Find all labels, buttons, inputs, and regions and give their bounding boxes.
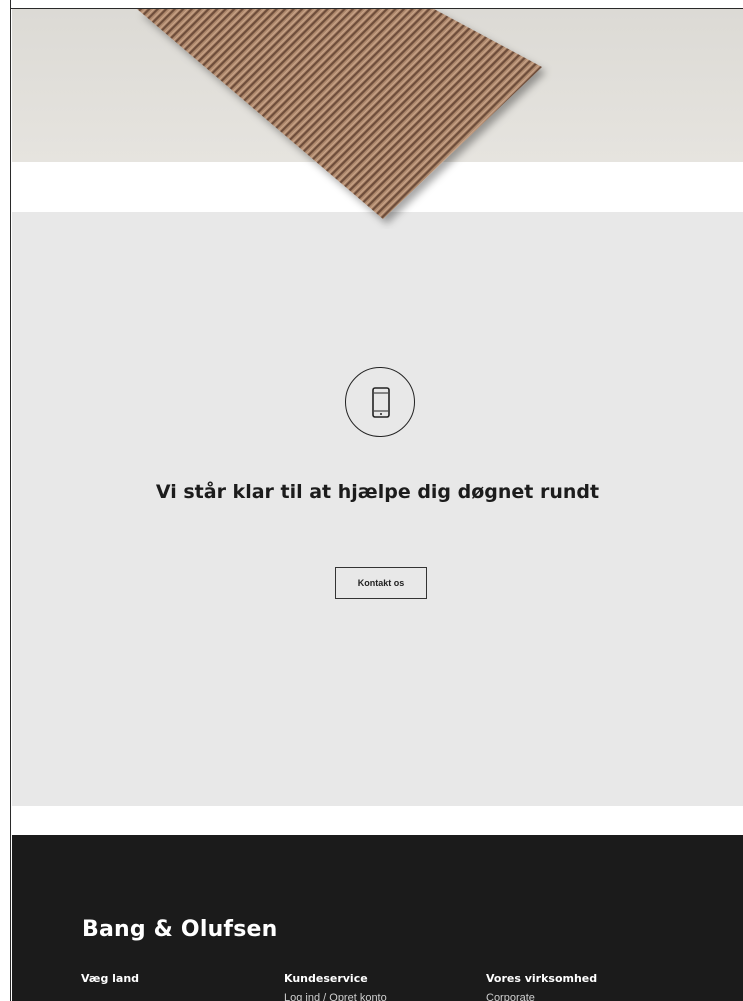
footer-column-heading: Kundeservice [284,972,368,985]
hero-image [12,9,743,162]
window-left-border [0,0,11,1001]
footer-column-customer-service: Kundeservice Log ind / Opret konto [284,972,387,1001]
site-footer: Bang & Olufsen Væg land Kundeservice Log… [12,835,743,1001]
hero-spacer [12,162,743,212]
phone-icon [345,367,415,437]
contact-section: Vi står klar til at hjælpe dig døgnet ru… [12,212,743,806]
login-create-account-link[interactable]: Log ind / Opret konto [284,992,387,1001]
window-top-border [11,0,743,9]
footer-column-heading: Væg land [81,972,140,985]
footer-column-country: Væg land [81,972,139,985]
footer-brand: Bang & Olufsen [82,917,278,942]
page: Vi står klar til at hjælpe dig døgnet ru… [0,0,743,1001]
corporate-link[interactable]: Corporate [486,992,597,1001]
footer-column-company: Vores virksomhed Corporate [486,972,597,1001]
section-spacer [12,806,743,835]
footer-column-heading: Vores virksomhed [486,972,598,985]
contact-headline: Vi står klar til at hjælpe dig døgnet ru… [155,481,600,503]
contact-us-button[interactable]: Kontakt os [335,567,427,599]
